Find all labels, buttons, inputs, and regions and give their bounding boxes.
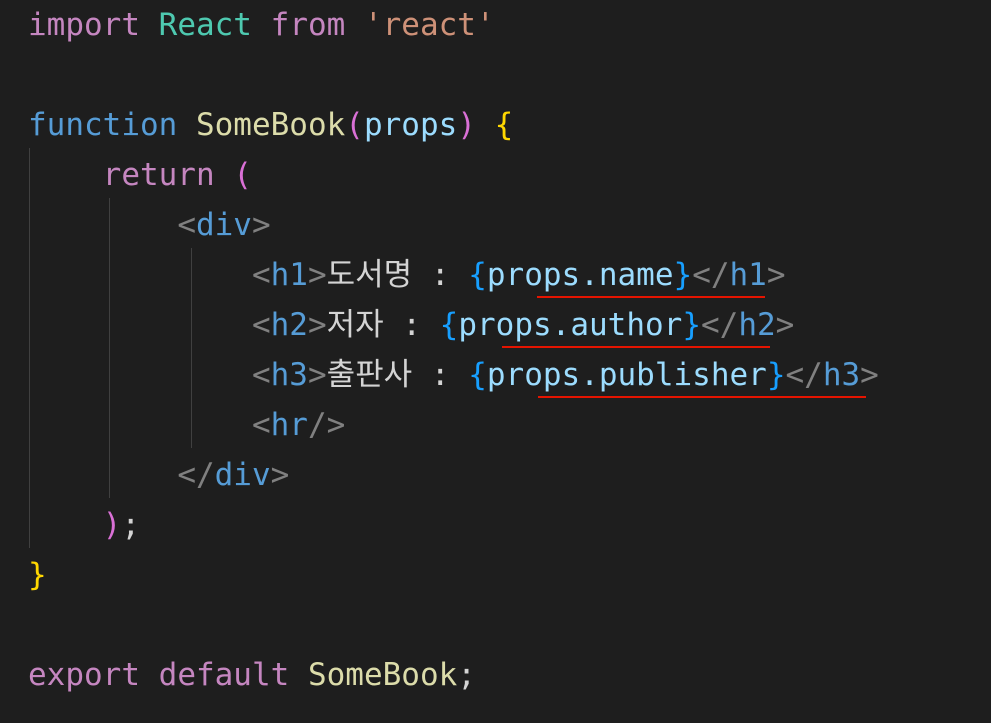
tag-bracket: < bbox=[251, 407, 271, 443]
tag-bracket: < bbox=[251, 357, 271, 393]
tag-name: h2 bbox=[270, 307, 308, 343]
export-identifier: SomeBook bbox=[307, 657, 458, 693]
jsx-text: 저자 : bbox=[326, 307, 440, 343]
code-line-10[interactable]: </div> bbox=[28, 450, 289, 500]
code-line-14[interactable]: export default SomeBook; bbox=[28, 650, 476, 700]
code-line-3[interactable]: function SomeBook(props) { bbox=[28, 100, 513, 150]
tag-bracket: < bbox=[177, 207, 196, 243]
brace: { bbox=[494, 107, 514, 143]
jsx-text: 출판사 : bbox=[326, 357, 469, 393]
module-string: 'react' bbox=[363, 7, 495, 43]
jsx-brace: { bbox=[468, 357, 487, 393]
code-editor[interactable]: import React from 'react' function SomeB… bbox=[0, 0, 991, 723]
code-line-5[interactable]: <div> bbox=[28, 200, 271, 250]
tag-bracket: </ bbox=[785, 357, 823, 393]
tag-bracket: > bbox=[307, 257, 327, 293]
semicolon: ; bbox=[457, 657, 476, 693]
jsx-expression: props.publisher bbox=[486, 357, 767, 393]
tag-bracket: > bbox=[860, 357, 879, 393]
keyword-from: from bbox=[270, 7, 346, 43]
tag-name: hr bbox=[270, 407, 308, 443]
keyword-return: return bbox=[102, 157, 215, 193]
tag-bracket: > bbox=[251, 207, 271, 243]
paren: ) bbox=[457, 107, 476, 143]
paren: ) bbox=[102, 507, 122, 543]
param-props: props bbox=[363, 107, 458, 143]
tag-name: h2 bbox=[738, 307, 776, 343]
tag-bracket: > bbox=[307, 307, 327, 343]
semicolon: ; bbox=[121, 507, 140, 543]
code-line-4[interactable]: return ( bbox=[28, 150, 252, 200]
keyword-function: function bbox=[28, 107, 178, 143]
jsx-brace: } bbox=[766, 357, 786, 393]
jsx-brace: } bbox=[673, 257, 693, 293]
paren: ( bbox=[233, 157, 252, 193]
tag-name: h1 bbox=[270, 257, 308, 293]
tag-bracket: > bbox=[775, 307, 795, 343]
jsx-brace: } bbox=[682, 307, 701, 343]
code-line-9[interactable]: <hr/> bbox=[28, 400, 345, 450]
tag-bracket: </ bbox=[692, 257, 730, 293]
error-squiggle bbox=[537, 296, 765, 298]
tag-name: h3 bbox=[270, 357, 308, 393]
jsx-brace: { bbox=[468, 257, 487, 293]
tag-bracket: /> bbox=[307, 407, 346, 443]
tag-name: h1 bbox=[729, 257, 767, 293]
code-line-1[interactable]: import React from 'react' bbox=[28, 0, 495, 50]
identifier-react: React bbox=[158, 7, 252, 43]
tag-bracket: </ bbox=[700, 307, 739, 343]
code-line-11[interactable]: ); bbox=[28, 500, 140, 550]
jsx-expression: props.author bbox=[458, 307, 683, 343]
code-line-6[interactable]: <h1>도서명 : {props.name}</h1> bbox=[28, 250, 786, 300]
code-line-12[interactable]: } bbox=[28, 550, 47, 600]
jsx-text: 도서명 : bbox=[326, 257, 469, 293]
code-line-7[interactable]: <h2>저자 : {props.author}</h2> bbox=[28, 300, 794, 350]
tag-bracket: </ bbox=[177, 457, 215, 493]
tag-name: div bbox=[214, 457, 271, 493]
keyword-import: import bbox=[28, 7, 140, 43]
jsx-brace: { bbox=[439, 307, 459, 343]
keyword-export: export bbox=[28, 657, 140, 693]
tag-name: div bbox=[195, 207, 252, 243]
code-line-8[interactable]: <h3>출판사 : {props.publisher}</h3> bbox=[28, 350, 879, 400]
tag-name: h3 bbox=[822, 357, 861, 393]
brace: } bbox=[28, 557, 47, 593]
error-squiggle bbox=[502, 346, 770, 348]
function-name: SomeBook bbox=[195, 107, 346, 143]
paren: ( bbox=[345, 107, 364, 143]
tag-bracket: > bbox=[307, 357, 327, 393]
tag-bracket: > bbox=[766, 257, 786, 293]
tag-bracket: < bbox=[251, 257, 271, 293]
tag-bracket: < bbox=[251, 307, 271, 343]
jsx-expression: props.name bbox=[486, 257, 674, 293]
keyword-default: default bbox=[158, 657, 290, 693]
error-squiggle bbox=[538, 396, 866, 398]
tag-bracket: > bbox=[270, 457, 290, 493]
